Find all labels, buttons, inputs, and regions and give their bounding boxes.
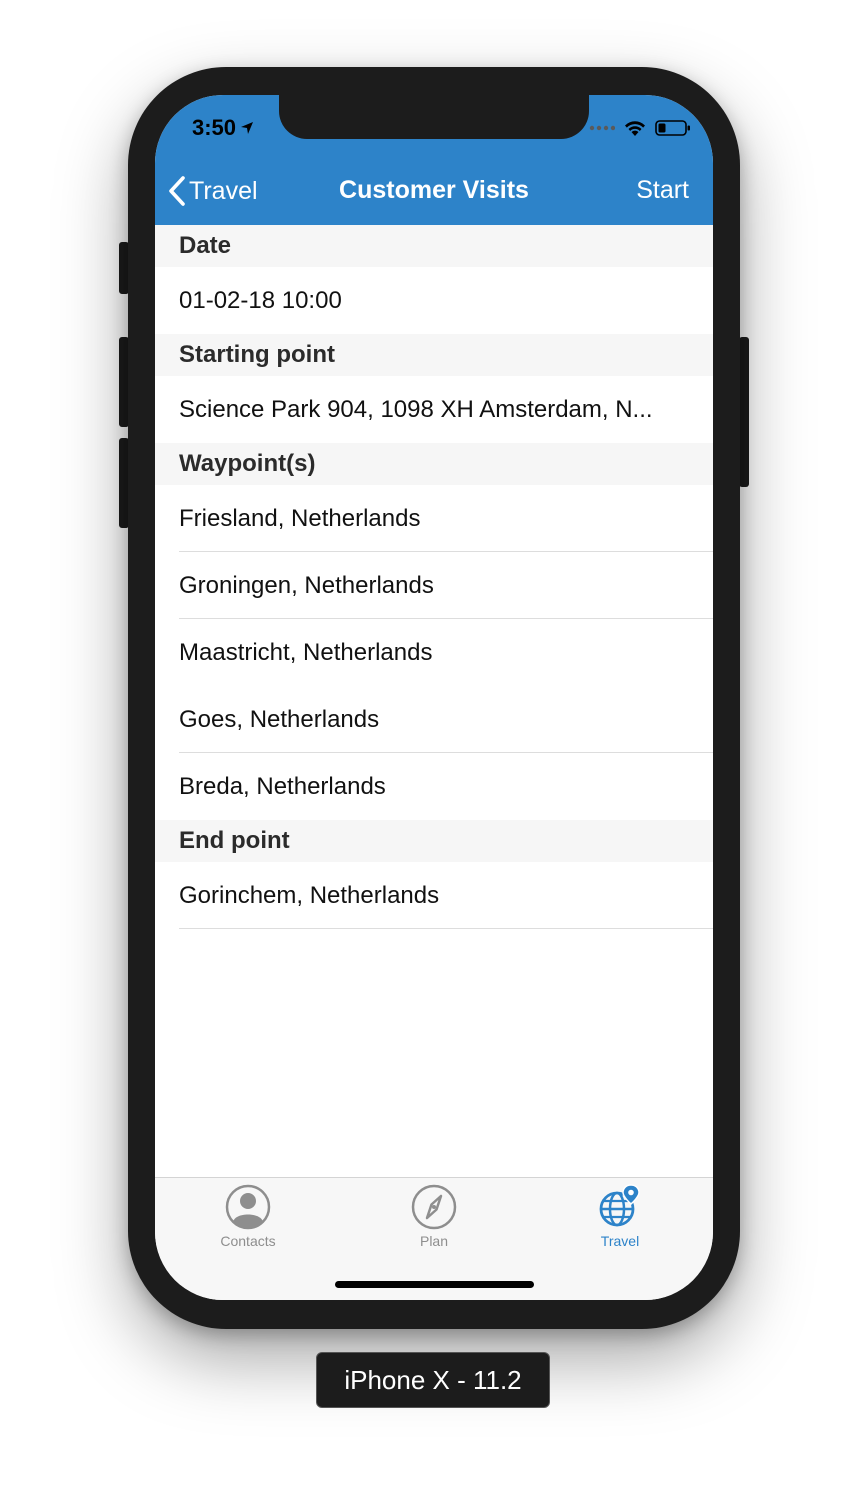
tab-plan-label: Plan bbox=[419, 1233, 449, 1249]
section-header-date: Date bbox=[155, 225, 713, 267]
waypoint-row[interactable]: Groningen, Netherlands bbox=[155, 552, 713, 619]
wifi-icon bbox=[625, 121, 645, 136]
location-arrow-icon bbox=[241, 122, 254, 134]
page-title: Customer Visits bbox=[339, 176, 529, 204]
visit-details-list: Date 01-02-18 10:00 Starting point Scien… bbox=[155, 225, 713, 929]
waypoint-label: Groningen, Netherlands bbox=[179, 571, 434, 599]
status-bar-time: 3:50 bbox=[192, 115, 254, 141]
start-button[interactable]: Start bbox=[636, 176, 689, 205]
device-notch bbox=[279, 95, 589, 139]
end-point-row[interactable]: Gorinchem, Netherlands bbox=[155, 862, 713, 929]
phone-screen: 3:50 Travel Customer Visits Start Date 0… bbox=[155, 95, 713, 1300]
device-label: iPhone X - 11.2 bbox=[316, 1352, 550, 1408]
tab-plan[interactable]: Plan bbox=[341, 1184, 527, 1249]
end-point-value: Gorinchem, Netherlands bbox=[179, 881, 440, 909]
tab-travel-label: Travel bbox=[600, 1233, 640, 1249]
waypoint-row[interactable]: Maastricht, Netherlands bbox=[155, 619, 713, 686]
section-header-waypoints: Waypoint(s) bbox=[155, 443, 713, 485]
simulator-stage: 3:50 Travel Customer Visits Start Date 0… bbox=[0, 0, 868, 1492]
waypoint-row[interactable]: Goes, Netherlands bbox=[155, 686, 713, 753]
status-bar-indicators bbox=[589, 119, 691, 137]
waypoint-row[interactable]: Breda, Netherlands bbox=[155, 753, 713, 820]
power-button bbox=[739, 337, 749, 487]
date-row[interactable]: 01-02-18 10:00 bbox=[155, 267, 713, 334]
tab-contacts[interactable]: Contacts bbox=[155, 1184, 341, 1249]
tab-travel[interactable]: Travel bbox=[527, 1184, 713, 1249]
home-indicator[interactable] bbox=[335, 1281, 534, 1288]
waypoint-label: Friesland, Netherlands bbox=[179, 504, 421, 532]
date-value: 01-02-18 10:00 bbox=[179, 286, 342, 314]
starting-point-row[interactable]: Science Park 904, 1098 XH Amsterdam, N..… bbox=[155, 376, 713, 443]
starting-point-value: Science Park 904, 1098 XH Amsterdam, N..… bbox=[179, 395, 653, 423]
signal-dots-icon bbox=[589, 125, 615, 131]
battery-icon bbox=[655, 120, 690, 136]
waypoint-label: Goes, Netherlands bbox=[179, 705, 380, 733]
waypoint-label: Breda, Netherlands bbox=[179, 772, 386, 800]
section-header-starting-point: Starting point bbox=[155, 334, 713, 376]
waypoint-label: Maastricht, Netherlands bbox=[179, 638, 433, 666]
waypoint-row[interactable]: Friesland, Netherlands bbox=[155, 485, 713, 552]
person-circle-icon bbox=[225, 1184, 271, 1230]
tab-contacts-label: Contacts bbox=[220, 1233, 276, 1249]
section-header-end-point: End point bbox=[155, 820, 713, 862]
compass-icon bbox=[411, 1184, 457, 1230]
globe-pin-icon bbox=[599, 1184, 640, 1227]
